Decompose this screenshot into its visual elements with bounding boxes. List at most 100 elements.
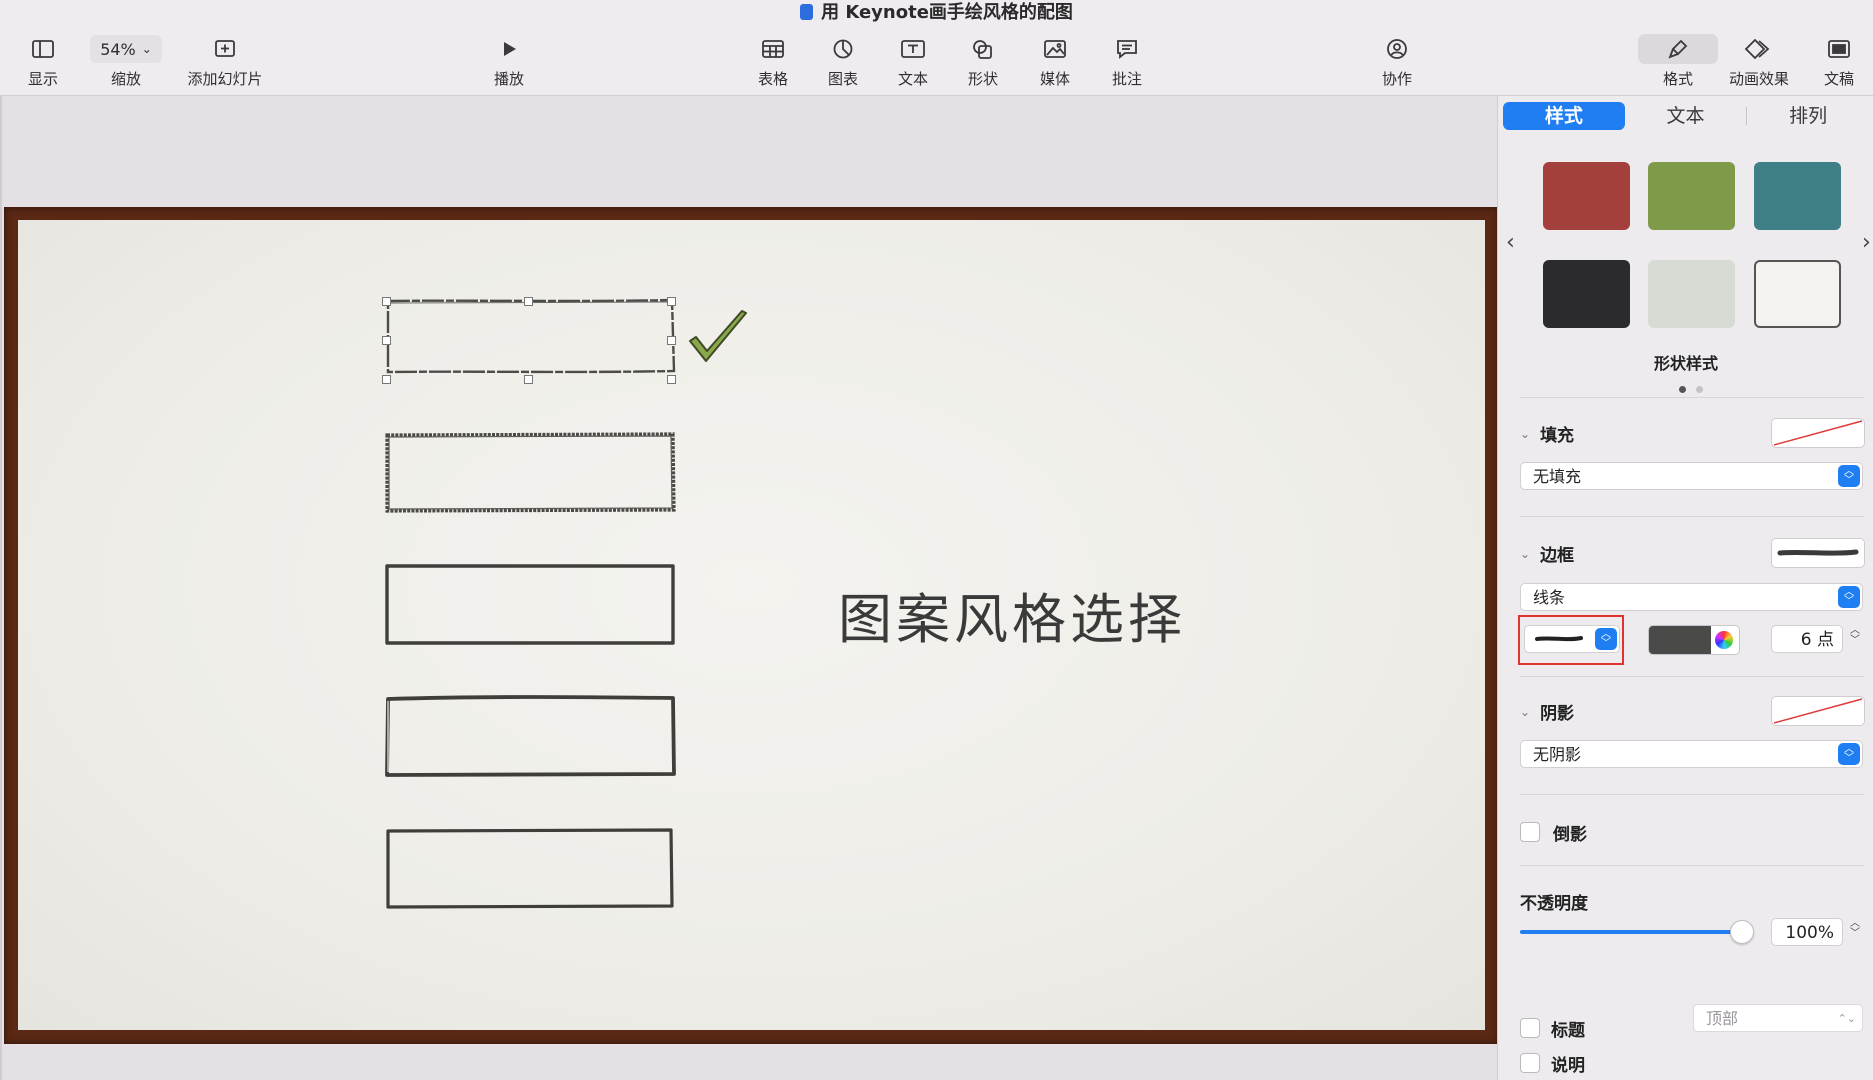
shape-style-swatch[interactable]	[1543, 162, 1630, 230]
divider	[1520, 397, 1864, 398]
window-title: 用 Keynote画手绘风格的配图	[0, 0, 1873, 28]
stroke-style-select[interactable]: ︿ ﹀	[1524, 625, 1620, 653]
tab-style[interactable]: 样式	[1503, 102, 1625, 130]
checkmark-icon	[689, 310, 747, 362]
zoom-label: 缩放	[110, 70, 141, 88]
slide-heading[interactable]: 图案风格选择	[838, 575, 1186, 654]
fill-section-header[interactable]: ⌄ 填充	[1520, 421, 1574, 446]
document-button[interactable]: 文稿	[1814, 34, 1864, 92]
diamond-icon	[1744, 38, 1770, 60]
border-type-select[interactable]: 线条 ︿ ﹀	[1520, 583, 1863, 611]
sketch-rectangle-5[interactable]	[382, 826, 682, 912]
select-stepper-icon: ︿ ﹀	[1838, 743, 1860, 765]
chevron-left-icon[interactable]: ‹	[1506, 230, 1515, 255]
tab-arrange[interactable]: 排列	[1747, 102, 1869, 130]
text-box-icon	[901, 40, 925, 58]
collaborate-button[interactable]: 协作	[1372, 34, 1422, 92]
table-label: 表格	[757, 70, 788, 88]
text-button[interactable]: 文本	[888, 34, 938, 92]
resize-handle[interactable]	[524, 375, 533, 384]
fill-type-value: 无填充	[1533, 467, 1582, 486]
animate-label: 动画效果	[1728, 70, 1789, 88]
select-stepper-icon: ︿ ﹀	[1595, 628, 1617, 650]
opacity-field[interactable]: 100%	[1771, 918, 1843, 946]
slide-canvas[interactable]: 图案风格选择	[0, 96, 1499, 1080]
resize-handle[interactable]	[667, 375, 676, 384]
photo-icon	[1044, 40, 1066, 58]
caption-checkbox[interactable]	[1520, 1053, 1540, 1073]
shadow-type-value: 无阴影	[1533, 745, 1582, 764]
shapes-icon	[973, 40, 992, 59]
pie-chart-icon	[833, 39, 853, 59]
shape-style-swatch[interactable]	[1543, 260, 1630, 328]
shadow-title: 阴影	[1540, 704, 1575, 724]
border-section-header[interactable]: ⌄ 边框	[1520, 541, 1574, 566]
comment-icon	[1117, 40, 1137, 59]
sketch-rectangle-1[interactable]	[382, 297, 682, 377]
animate-button[interactable]: 动画效果	[1722, 34, 1796, 92]
table-icon	[762, 40, 784, 58]
media-button[interactable]: 媒体	[1030, 34, 1080, 92]
inspector-tabs: 样式 文本 排列	[1503, 101, 1869, 131]
no-fill-slash-icon	[1773, 420, 1863, 446]
fill-type-select[interactable]: 无填充 ︿ ﹀	[1520, 462, 1863, 490]
resize-handle[interactable]	[382, 297, 391, 306]
keynote-document-icon	[800, 4, 814, 20]
select-stepper-icon: ⌃⌄	[1837, 1012, 1856, 1025]
chart-button[interactable]: 图表	[818, 34, 868, 92]
caption-checkbox-label: 说明	[1551, 1056, 1585, 1076]
sidebar-icon	[32, 40, 54, 58]
shape-button[interactable]: 形状	[958, 34, 1008, 92]
table-button[interactable]: 表格	[748, 34, 798, 92]
page-dots[interactable]	[1674, 378, 1708, 397]
border-width-stepper[interactable]: ︿ ﹀	[1848, 626, 1862, 646]
shape-style-swatch[interactable]	[1648, 162, 1735, 230]
format-button[interactable]: 格式	[1638, 34, 1718, 92]
sketch-rectangle-2[interactable]	[382, 430, 682, 516]
sketch-rectangle-3[interactable]	[382, 562, 682, 648]
title-position-select[interactable]: 顶部 ⌃⌄	[1693, 1004, 1863, 1032]
zoom-control[interactable]: 54% ⌄ 缩放	[84, 34, 168, 92]
resize-handle[interactable]	[382, 336, 391, 345]
shadow-preview[interactable]	[1771, 696, 1865, 726]
resize-handle[interactable]	[667, 297, 676, 306]
border-preview[interactable]	[1771, 538, 1865, 568]
opacity-stepper[interactable]: ︿ ﹀	[1848, 919, 1862, 939]
opacity-slider-knob[interactable]	[1730, 920, 1754, 944]
shape-styles-caption: 形状样式	[1653, 354, 1718, 373]
paintbrush-icon	[1668, 39, 1688, 59]
resize-handle[interactable]	[667, 336, 676, 345]
text-label: 文本	[897, 70, 928, 88]
add-slide-button[interactable]: 添加幻灯片	[180, 34, 270, 92]
border-color-well[interactable]	[1648, 625, 1740, 655]
brush-stroke-icon	[1777, 549, 1859, 556]
shadow-section-header[interactable]: ⌄ 阴影	[1520, 699, 1574, 724]
resize-handle[interactable]	[382, 375, 391, 384]
comment-button[interactable]: 批注	[1102, 34, 1152, 92]
shape-style-swatch-selected[interactable]	[1754, 260, 1841, 328]
title-checkbox[interactable]	[1520, 1018, 1540, 1038]
tab-text[interactable]: 文本	[1625, 102, 1747, 130]
color-wheel-icon[interactable]	[1715, 631, 1733, 649]
opacity-slider-track[interactable]	[1520, 920, 1754, 944]
border-width-field[interactable]: 6 点	[1771, 625, 1843, 653]
view-label: 显示	[27, 70, 58, 88]
chevron-down-icon: ⌄	[141, 42, 152, 56]
chevron-right-icon[interactable]: ›	[1862, 230, 1871, 255]
shape-style-swatch[interactable]	[1648, 260, 1735, 328]
shadow-type-select[interactable]: 无阴影 ︿ ﹀	[1520, 740, 1863, 768]
resize-handle[interactable]	[524, 297, 533, 306]
opacity-title: 不透明度	[1520, 894, 1588, 914]
play-button[interactable]: 播放	[484, 34, 534, 92]
border-color-swatch[interactable]	[1649, 626, 1711, 654]
border-width-value: 6 点	[1800, 630, 1834, 650]
fill-preview[interactable]	[1771, 418, 1865, 448]
view-button[interactable]: 显示	[18, 34, 68, 92]
slide[interactable]: 图案风格选择	[18, 220, 1485, 1030]
play-icon	[504, 42, 516, 56]
divider	[1520, 865, 1864, 866]
shape-style-swatch[interactable]	[1754, 162, 1841, 230]
sketch-rectangle-4[interactable]	[382, 694, 682, 780]
zoom-dropdown[interactable]: 54% ⌄	[90, 35, 162, 63]
reflection-checkbox[interactable]	[1520, 822, 1540, 842]
